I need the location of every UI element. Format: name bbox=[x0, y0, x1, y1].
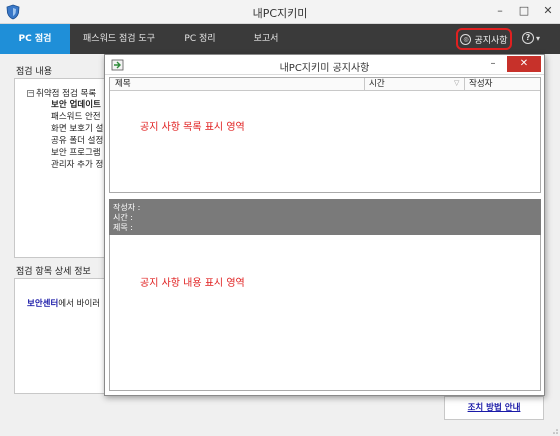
tab-report[interactable]: 보고서 bbox=[232, 24, 300, 54]
notice-icon: ◎ bbox=[460, 33, 472, 45]
collapse-icon[interactable]: − bbox=[27, 90, 34, 97]
detail-section-title: 점검 항목 상세 정보 bbox=[16, 267, 91, 277]
detail-text-suffix: 에서 바이러 bbox=[58, 299, 101, 309]
tree-item-password[interactable]: 패스워드 안전 bbox=[51, 111, 103, 123]
minimize-button[interactable]: – bbox=[492, 3, 508, 19]
notice-button[interactable]: ◎ 공지사항 bbox=[456, 28, 512, 50]
maximize-button[interactable]: □ bbox=[516, 3, 532, 19]
tree-item-shared-folder[interactable]: 공유 폴더 설정 bbox=[51, 135, 103, 147]
tree-item-screensaver[interactable]: 화면 보호기 설 bbox=[51, 123, 103, 135]
window-title: 내PC지키미 bbox=[252, 7, 308, 20]
notice-popup: 내PC지키미 공지사항 – ✕ 제목 시간 ▽ 작성자 공지 사항 목록 표시 … bbox=[104, 54, 545, 396]
close-button[interactable]: ✕ bbox=[540, 3, 556, 19]
help-icon: ? bbox=[522, 32, 534, 44]
notice-list-header: 제목 시간 ▽ 작성자 bbox=[110, 78, 540, 91]
popup-close-button[interactable]: ✕ bbox=[507, 56, 541, 72]
tab-pc-check[interactable]: PC 점검 bbox=[0, 24, 70, 54]
notice-info-bar: 작성자 : 시간 : 제목 : bbox=[109, 199, 541, 235]
tab-password-tool[interactable]: 패스워드 점검 도구 bbox=[70, 24, 168, 54]
notice-button-label: 공지사항 bbox=[474, 35, 508, 46]
popup-minimize-button[interactable]: – bbox=[483, 58, 503, 71]
tree-root-label: 취약점 점검 목록 bbox=[36, 89, 97, 99]
main-titlebar: 내PC지키미 – □ ✕ bbox=[0, 0, 560, 24]
inspection-tree: − 취약점 점검 목록 보안 업데이트 패스워드 안전 화면 보호기 설 공유 폴… bbox=[14, 78, 110, 258]
tree-item-admin-account[interactable]: 관리자 추가 정 bbox=[51, 159, 103, 171]
tab-bar: PC 점검 패스워드 점검 도구 PC 정리 보고서 ◎ 공지사항 ? ▾ bbox=[0, 24, 560, 54]
popup-titlebar[interactable]: 내PC지키미 공지사항 – ✕ bbox=[105, 55, 544, 75]
column-title[interactable]: 제목 bbox=[115, 79, 131, 90]
tree-item-security-program[interactable]: 보안 프로그램 bbox=[51, 147, 103, 159]
popup-title: 내PC지키미 공지사항 bbox=[279, 63, 370, 74]
column-author[interactable]: 작성자 bbox=[469, 79, 492, 90]
fix-guide-link[interactable]: 조치 방법 안내 bbox=[444, 396, 544, 420]
help-button[interactable]: ? ▾ bbox=[522, 32, 540, 44]
column-time[interactable]: 시간 bbox=[369, 79, 385, 90]
detail-text: 보안센터에서 바이러 bbox=[27, 297, 100, 309]
inspection-section-title: 점검 내용 bbox=[16, 67, 52, 77]
sort-icon: ▽ bbox=[454, 79, 460, 87]
tree-item-security-update[interactable]: 보안 업데이트 bbox=[51, 99, 103, 111]
tree-root[interactable]: − 취약점 점검 목록 bbox=[27, 87, 96, 99]
notice-content[interactable]: 공지 사항 내용 표시 영역 bbox=[109, 235, 541, 391]
notice-list[interactable]: 제목 시간 ▽ 작성자 공지 사항 목록 표시 영역 bbox=[109, 77, 541, 193]
tab-pc-cleanup[interactable]: PC 정리 bbox=[168, 24, 232, 54]
chevron-down-icon: ▾ bbox=[536, 33, 541, 43]
resize-grip-icon[interactable] bbox=[550, 426, 558, 434]
notice-content-placeholder: 공지 사항 내용 표시 영역 bbox=[140, 278, 245, 289]
info-title: 제목 : bbox=[113, 223, 133, 232]
security-center-link[interactable]: 보안센터 bbox=[27, 299, 58, 309]
notice-list-placeholder: 공지 사항 목록 표시 영역 bbox=[140, 122, 245, 133]
detail-panel: 보안센터에서 바이러 bbox=[14, 278, 110, 394]
